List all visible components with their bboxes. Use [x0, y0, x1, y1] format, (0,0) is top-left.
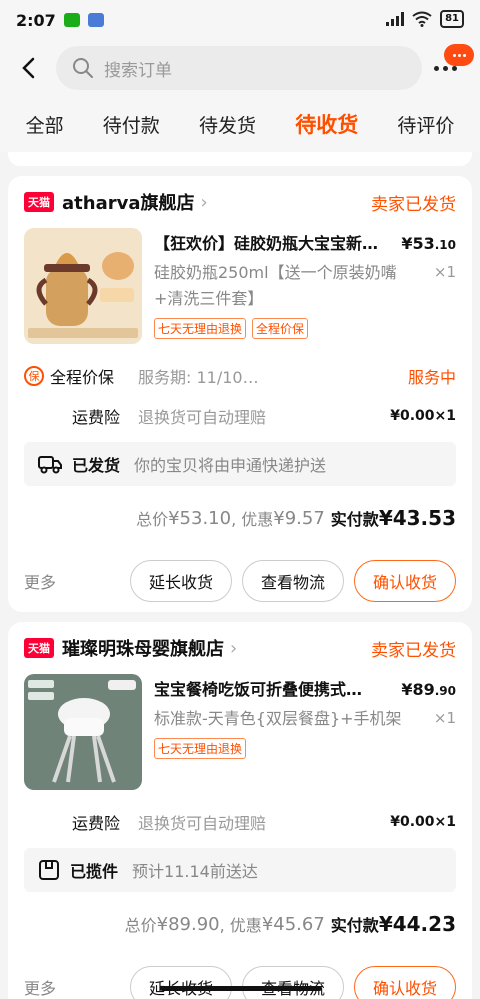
search-input[interactable]: 搜索订单 [56, 46, 422, 90]
truck-icon [38, 456, 62, 474]
shop-name[interactable]: 璀璨明珠母婴旗舰店 [62, 635, 224, 661]
chevron-right-icon: › [200, 191, 208, 213]
search-placeholder: 搜索订单 [104, 60, 172, 81]
wifi-icon [412, 11, 432, 27]
tab-to-pay[interactable]: 待付款 [103, 111, 160, 138]
discount-amount: ¥45.67 [261, 913, 325, 935]
order-total: 总价 ¥89.90 , 优惠 ¥45.67 实付款 ¥44.23 [124, 912, 456, 936]
insurance-desc: 退换货可自动理赔 [138, 814, 267, 833]
insurance-label: 运费险 [72, 408, 121, 427]
chevron-right-icon: › [230, 637, 238, 659]
insurance-desc: 退换货可自动理赔 [138, 408, 267, 427]
product-item[interactable]: 宝宝餐椅吃饭可折叠便携式… 标准款-天青色{双层餐盘}+手机架 七天无理由退换 … [24, 674, 456, 794]
tag-seven-day-return: 七天无理由退换 [154, 318, 247, 339]
order-total: 总价 ¥53.10 , 优惠 ¥9.57 实付款 ¥43.53 [136, 506, 456, 530]
product-price: ¥53.10 [401, 234, 456, 253]
order-actions: 更多 延长收货 查看物流 确认收货 [24, 956, 456, 999]
status-time: 2:07 [16, 10, 56, 30]
logistics-desc: 预计11.14前送达 [132, 862, 258, 881]
search-icon [73, 58, 93, 78]
tag-seven-day-return: 七天无理由退换 [154, 738, 247, 759]
wechat-icon [63, 13, 80, 27]
price-protection-row[interactable]: 保全程价保 服务期: 11/10… 服务中 [24, 356, 456, 396]
confirm-receipt-button[interactable]: 确认收货 [353, 560, 456, 602]
price-protection-icon: 保 [24, 366, 44, 386]
home-indicator[interactable] [160, 986, 322, 991]
product-item[interactable]: 【狂欢价】硅胶奶瓶大宝宝新… 硅胶奶瓶250ml【送一个原装奶嘴+清洗三件套】 … [24, 228, 456, 348]
shop-name[interactable]: atharva旗舰店 [62, 189, 194, 215]
shipping-insurance-row[interactable]: 运费险 退换货可自动理赔 ¥0.00×1 [24, 802, 456, 842]
shop-row[interactable]: 天猫 璀璨明珠母婴旗舰店 › 卖家已发货 [24, 622, 456, 674]
logistics-bar[interactable]: 已揽件 预计11.14前送达 [24, 848, 456, 892]
insurance-value: ¥0.00×1 [390, 408, 456, 424]
insurance-label: 运费险 [72, 814, 121, 833]
order-status: 卖家已发货 [371, 194, 456, 215]
track-logistics-button[interactable]: 查看物流 [241, 966, 344, 999]
order-card: 天猫 atharva旗舰店 › 卖家已发货 【狂欢价】硅胶奶瓶大宝宝新… 硅胶奶… [8, 176, 472, 612]
tab-all[interactable]: 全部 [26, 111, 64, 138]
more-link[interactable]: 更多 [24, 569, 56, 593]
tab-to-receive[interactable]: 待收货 [295, 109, 358, 139]
product-quantity: ×1 [433, 263, 456, 281]
total-price: ¥53.10 [168, 507, 232, 529]
order-actions: 更多 延长收货 查看物流 确认收货 [24, 550, 456, 612]
product-image[interactable] [24, 674, 142, 790]
order-tabs: 全部 待付款 待发货 待收货 待评价 [0, 96, 480, 152]
paid-amount: ¥43.53 [378, 506, 456, 530]
logistics-desc: 你的宝贝将由申通快递护送 [134, 456, 327, 475]
shipping-insurance-row[interactable]: 运费险 退换货可自动理赔 ¥0.00×1 [24, 396, 456, 436]
chevron-left-icon [22, 57, 35, 79]
tag-price-protection: 全程价保 [252, 318, 309, 339]
paid-amount: ¥44.23 [378, 912, 456, 936]
total-price: ¥89.90 [156, 913, 220, 935]
service-label: 全程价保 [50, 368, 115, 387]
product-sku: 硅胶奶瓶250ml【送一个原装奶嘴+清洗三件套】 [154, 263, 397, 308]
baidu-icon [87, 13, 104, 27]
order-card: 天猫 璀璨明珠母婴旗舰店 › 卖家已发货 宝宝餐椅吃饭可折叠便携式… 标准款-天 [8, 622, 472, 999]
product-quantity: ×1 [433, 709, 456, 727]
track-logistics-button[interactable]: 查看物流 [241, 560, 344, 602]
battery-indicator: 81 [440, 10, 464, 28]
logistics-bar[interactable]: 已发货 你的宝贝将由申通快递护送 [24, 442, 456, 486]
product-price: ¥89.90 [401, 680, 456, 699]
discount-amount: ¥9.57 [273, 507, 325, 529]
extend-receipt-button[interactable]: 延长收货 [129, 560, 232, 602]
product-title: 宝宝餐椅吃饭可折叠便携式… [154, 680, 363, 699]
extend-receipt-button[interactable]: 延长收货 [129, 966, 232, 999]
more-dots-icon [434, 66, 457, 71]
tab-to-review[interactable]: 待评价 [397, 111, 454, 138]
back-button[interactable] [12, 52, 44, 84]
status-bar: 2:07 81 [0, 0, 480, 40]
header: 搜索订单 [0, 40, 480, 96]
product-sku: 标准款-天青色{双层餐盘}+手机架 [154, 709, 402, 728]
product-image[interactable] [24, 228, 142, 344]
signal-icon [386, 12, 405, 26]
previous-card-edge [8, 152, 472, 166]
tab-to-ship[interactable]: 待发货 [199, 111, 256, 138]
package-icon [39, 860, 59, 880]
confirm-receipt-button[interactable]: 确认收货 [353, 966, 456, 999]
more-link[interactable]: 更多 [24, 975, 56, 999]
more-menu-button[interactable] [434, 44, 474, 92]
message-badge [444, 44, 474, 66]
service-status: 服务中 [407, 368, 456, 387]
logistics-status: 已揽件 [70, 862, 119, 881]
order-status: 卖家已发货 [371, 640, 456, 661]
service-desc: 服务期: 11/10… [138, 368, 259, 387]
shop-row[interactable]: 天猫 atharva旗舰店 › 卖家已发货 [24, 176, 456, 228]
logistics-status: 已发货 [72, 456, 121, 475]
tmall-badge: 天猫 [24, 638, 54, 658]
order-list[interactable]: 天猫 atharva旗舰店 › 卖家已发货 【狂欢价】硅胶奶瓶大宝宝新… 硅胶奶… [0, 152, 480, 999]
product-title: 【狂欢价】硅胶奶瓶大宝宝新… [154, 234, 379, 253]
tmall-badge: 天猫 [24, 192, 54, 212]
insurance-value: ¥0.00×1 [390, 814, 456, 830]
